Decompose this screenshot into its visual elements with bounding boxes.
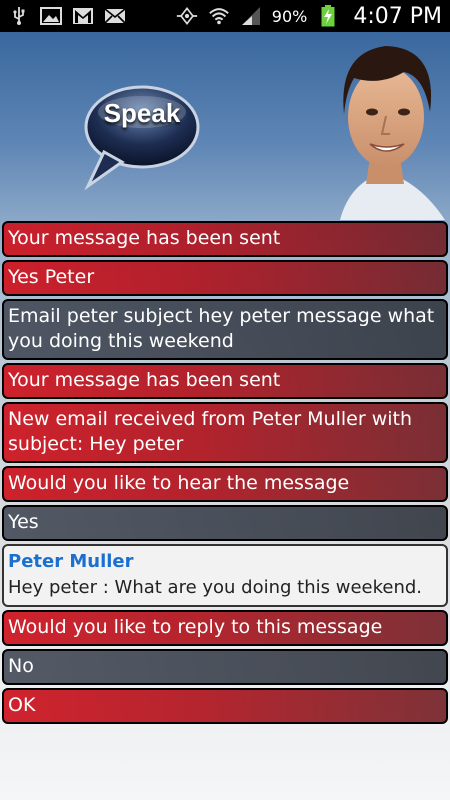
list-item[interactable]: OK [2, 688, 448, 724]
list-item[interactable]: Your message has been sent [2, 221, 448, 257]
message-text: Your message has been sent [8, 227, 281, 249]
list-item[interactable]: New email received from Peter Muller wit… [2, 402, 448, 463]
clock: 4:07 PM [353, 3, 442, 29]
battery-percent: 90% [271, 6, 308, 26]
sync-icon [176, 7, 198, 25]
speak-button[interactable]: Speak [82, 82, 202, 192]
conversation-list: Your message has been sent Yes Peter Ema… [0, 221, 450, 727]
status-bar: 90% 4:07 PM [0, 0, 450, 32]
speak-label: Speak [103, 98, 181, 128]
header: Speak [0, 32, 450, 220]
list-item[interactable]: Yes [2, 505, 448, 541]
email-preview-card[interactable]: Peter Muller Hey peter : What are you do… [2, 544, 448, 607]
message-text: Would you like to reply to this message [8, 616, 383, 638]
message-text: Yes Peter [8, 266, 95, 288]
gmail-icon [72, 7, 94, 25]
list-item[interactable]: Email peter subject hey peter message wh… [2, 299, 448, 360]
avatar [320, 32, 450, 220]
image-icon [40, 7, 62, 25]
message-text: OK [8, 694, 36, 716]
email-sender: Peter Muller [8, 551, 134, 572]
message-text: Would you like to hear the message [8, 472, 350, 494]
message-text: New email received from Peter Muller wit… [8, 408, 413, 455]
email-icon [104, 7, 126, 25]
list-item[interactable]: Your message has been sent [2, 363, 448, 399]
list-item[interactable]: No [2, 649, 448, 685]
message-text: Yes [8, 511, 39, 533]
wifi-icon [208, 7, 230, 25]
list-item[interactable]: Yes Peter [2, 260, 448, 296]
email-body: Hey peter : What are you doing this week… [8, 577, 423, 598]
system-icons: 90% 4:07 PM [176, 4, 442, 29]
battery-charging-icon [317, 5, 339, 27]
list-item[interactable]: Would you like to reply to this message [2, 610, 448, 646]
notification-icons [8, 7, 126, 25]
list-item[interactable]: Would you like to hear the message [2, 466, 448, 502]
message-text: Email peter subject hey peter message wh… [8, 305, 435, 352]
message-text: Your message has been sent [8, 369, 281, 391]
message-text: No [8, 655, 34, 677]
usb-icon [8, 7, 30, 25]
signal-icon [240, 7, 262, 25]
